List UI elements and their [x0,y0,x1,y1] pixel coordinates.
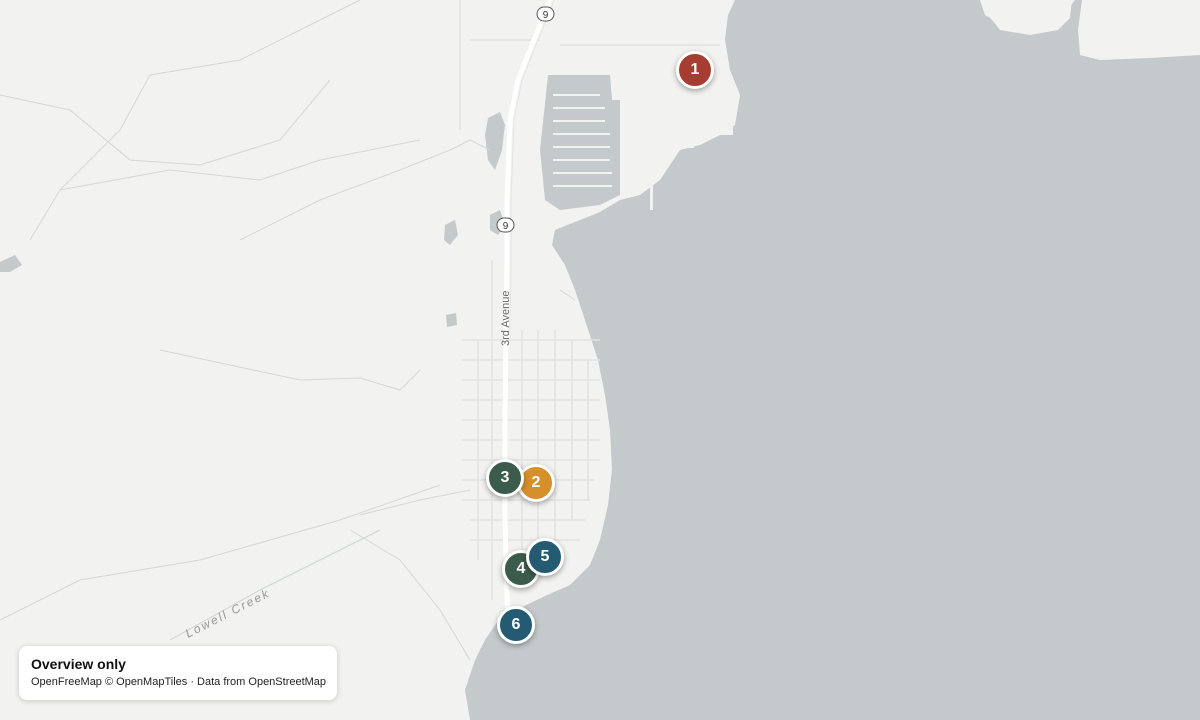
map-credits: OpenFreeMap © OpenMapTiles · Data from O… [31,676,327,688]
map-marker[interactable]: 3 [486,459,524,497]
marker-label: 1 [690,61,700,78]
map-marker[interactable]: 5 [526,538,564,576]
marker-label: 6 [511,616,521,633]
marina [540,75,620,210]
attribution-card: Overview only OpenFreeMap © OpenMapTiles… [19,646,337,700]
marker-label: 3 [500,469,510,486]
map-marker[interactable]: 6 [497,606,535,644]
marker-label: 5 [540,548,550,565]
highway-shield-north: 9 [536,6,555,22]
marker-label: 2 [531,474,541,491]
coastal-land-east [1078,0,1200,60]
road-label-3rd-avenue: 3rd Avenue [500,291,512,346]
overview-title: Overview only [31,656,126,672]
highway-shield-south: 9 [496,217,515,233]
highway-shield-label: 9 [543,10,549,21]
basemap[interactable]: 9 9 3rd Avenue Lowell Creek [0,0,1200,720]
highway-shield-label: 9 [503,221,509,232]
map-marker[interactable]: 1 [676,51,714,89]
marker-label: 4 [516,560,526,577]
map-view[interactable]: 9 9 3rd Avenue Lowell Creek 1 2 3 4 5 6 … [0,0,1200,720]
